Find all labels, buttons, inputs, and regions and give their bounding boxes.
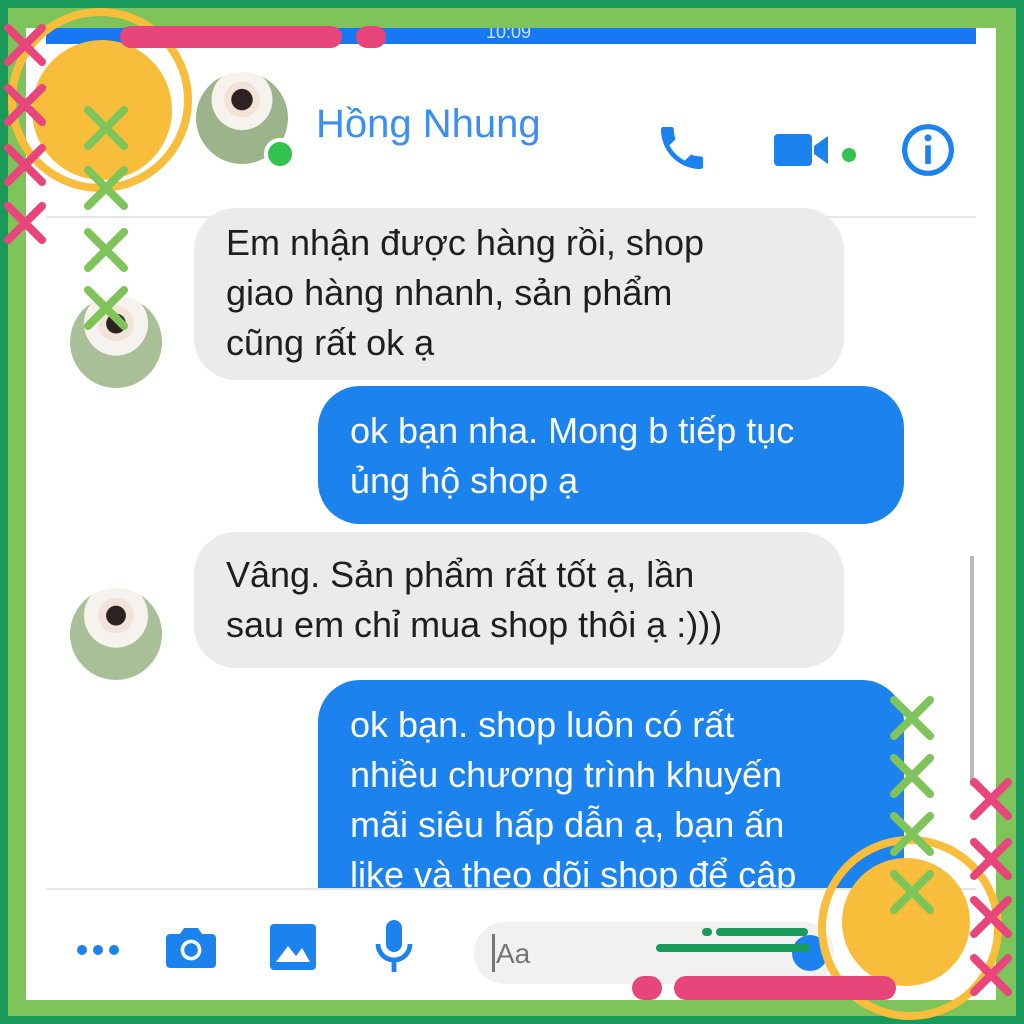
- message-line: cũng rất ok ạ: [226, 322, 435, 363]
- camera-icon[interactable]: [164, 922, 218, 972]
- phone-icon[interactable]: [654, 120, 710, 176]
- message-incoming-2[interactable]: Vâng. Sản phẩm rất tốt ạ, lần sau em chỉ…: [194, 532, 844, 668]
- decorative-x-marks-top-left: [4, 24, 128, 330]
- decorative-pink-bar-bottom: [674, 976, 896, 1000]
- message-outgoing-1[interactable]: ok bạn nha. Mong b tiếp tục ủng hộ shop …: [318, 386, 904, 524]
- text-caret: [492, 934, 495, 972]
- message-line: nhiều chương trình khuyến: [350, 754, 782, 795]
- image-icon[interactable]: [268, 922, 318, 972]
- contact-avatar-small[interactable]: [70, 588, 162, 680]
- decorative-x-marks-bottom-right: [890, 696, 1012, 996]
- message-line: sau em chỉ mua shop thôi ạ :))): [226, 604, 723, 645]
- decorative-pink-dot-bottom: [632, 976, 662, 1000]
- message-line: ủng hộ shop ạ: [350, 460, 579, 501]
- status-time: 10:09: [486, 28, 532, 42]
- decorative-green-dot: [702, 928, 712, 936]
- online-indicator: [264, 138, 296, 170]
- decorative-green-line-1: [716, 928, 808, 936]
- decorative-pink-dot-top: [356, 26, 386, 48]
- message-incoming-1[interactable]: Em nhận được hàng rồi, shop giao hàng nh…: [194, 208, 844, 380]
- message-line: giao hàng nhanh, sản phẩm: [226, 272, 673, 313]
- decorative-green-line-2: [656, 944, 810, 952]
- more-icon[interactable]: [74, 942, 122, 958]
- decorative-pink-bar-top: [120, 26, 342, 48]
- contact-name[interactable]: Hồng Nhung: [316, 102, 541, 147]
- message-line: mãi siêu hấp dẫn ạ, bạn ấn: [350, 804, 785, 845]
- video-online-dot: [842, 148, 856, 162]
- message-line: Em nhận được hàng rồi, shop: [226, 222, 704, 263]
- microphone-icon[interactable]: [374, 918, 414, 976]
- message-line: ok bạn nha. Mong b tiếp tục: [350, 410, 795, 451]
- video-camera-icon[interactable]: [772, 128, 832, 172]
- message-line: Vâng. Sản phẩm rất tốt ạ, lần: [226, 554, 695, 595]
- info-icon[interactable]: [900, 122, 956, 178]
- message-line: ok bạn. shop luôn có rất: [350, 704, 735, 745]
